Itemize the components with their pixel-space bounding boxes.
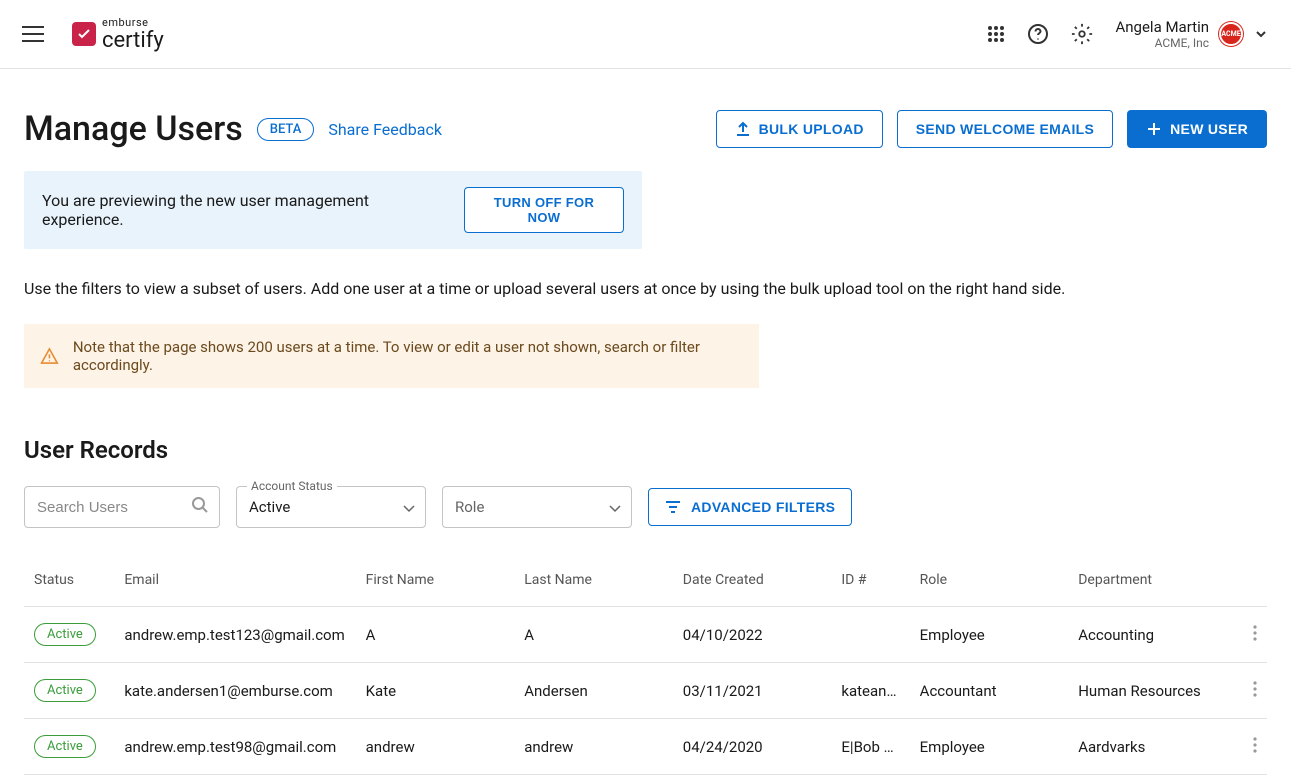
help-button[interactable] xyxy=(1027,23,1049,45)
cell-date: 04/24/2020 xyxy=(673,719,832,775)
col-header-email[interactable]: Email xyxy=(114,562,355,607)
app-header: emburse certify Angela Martin ACME, Inc … xyxy=(0,0,1291,69)
cell-first-name: andrew xyxy=(356,719,515,775)
preview-banner-text: You are previewing the new user manageme… xyxy=(42,191,446,229)
turn-off-preview-button[interactable]: TURN OFF FOR NOW xyxy=(464,187,624,233)
cell-last-name: A xyxy=(514,607,673,663)
cell-date: 04/10/2022 xyxy=(673,607,832,663)
warning-text: Note that the page shows 200 users at a … xyxy=(73,338,743,374)
cell-id xyxy=(831,607,909,663)
col-header-status[interactable]: Status xyxy=(24,562,114,607)
upload-icon xyxy=(735,121,751,137)
logo-brand-top: emburse xyxy=(102,17,164,28)
advanced-filters-button[interactable]: ADVANCED FILTERS xyxy=(648,488,852,526)
col-header-date-created[interactable]: Date Created xyxy=(673,562,832,607)
caret-down-icon xyxy=(403,498,415,517)
col-header-last-name[interactable]: Last Name xyxy=(514,562,673,607)
user-menu[interactable]: Angela Martin ACME, Inc ACME xyxy=(1115,18,1269,50)
avatar-text: ACME xyxy=(1221,30,1240,38)
cell-email: kate.andersen1@emburse.com xyxy=(114,663,355,719)
cell-dept: Accounting xyxy=(1068,607,1227,663)
search-users[interactable] xyxy=(24,486,220,528)
apps-button[interactable] xyxy=(987,25,1005,43)
warning-banner: Note that the page shows 200 users at a … xyxy=(24,324,759,388)
role-placeholder: Role xyxy=(455,498,484,516)
more-vertical-icon xyxy=(1253,737,1257,753)
account-status-label: Account Status xyxy=(247,479,337,493)
cell-dept: Human Resources xyxy=(1068,663,1227,719)
table-header-row: Status Email First Name Last Name Date C… xyxy=(24,562,1267,607)
bulk-upload-button[interactable]: BULK UPLOAD xyxy=(716,110,883,148)
settings-button[interactable] xyxy=(1071,23,1093,45)
cell-id: katean… xyxy=(831,663,909,719)
cell-role: Accountant xyxy=(910,663,1069,719)
row-actions-button[interactable] xyxy=(1253,737,1257,753)
table-row[interactable]: Active kate.andersen1@emburse.comKateAnde… xyxy=(24,663,1267,719)
col-header-id[interactable]: ID # xyxy=(831,562,909,607)
section-title: User Records xyxy=(24,436,1267,464)
hamburger-icon xyxy=(22,26,44,42)
chevron-down-icon xyxy=(1253,26,1269,42)
cell-role: Employee xyxy=(910,607,1069,663)
cell-first-name: A xyxy=(356,607,515,663)
cell-role: Employee xyxy=(910,719,1069,775)
cell-id: E|Bob … xyxy=(831,719,909,775)
table-row[interactable]: Activeandrew.emp.test98@gmail.comandrewa… xyxy=(24,719,1267,775)
table-row[interactable]: Activeandrew.emp.test123@gmail.comAA04/1… xyxy=(24,607,1267,663)
account-status-value: Active xyxy=(249,498,290,516)
new-user-label: NEW USER xyxy=(1170,121,1248,137)
preview-banner: You are previewing the new user manageme… xyxy=(24,171,642,249)
page-title: Manage Users xyxy=(24,109,243,149)
cell-last-name: Andersen xyxy=(514,663,673,719)
logo-text: emburse certify xyxy=(102,17,164,52)
col-header-first-name[interactable]: First Name xyxy=(356,562,515,607)
logo-badge xyxy=(72,22,96,46)
send-welcome-label: SEND WELCOME EMAILS xyxy=(916,121,1094,137)
avatar: ACME xyxy=(1219,22,1243,46)
status-badge: Active xyxy=(34,679,96,702)
user-records-table: Status Email First Name Last Name Date C… xyxy=(24,562,1267,775)
status-badge: Active xyxy=(34,623,96,646)
col-header-department[interactable]: Department xyxy=(1068,562,1227,607)
more-vertical-icon xyxy=(1253,681,1257,697)
help-icon xyxy=(1027,23,1049,45)
apps-grid-icon xyxy=(987,25,1005,43)
row-actions-button[interactable] xyxy=(1253,681,1257,697)
cell-last-name: andrew xyxy=(514,719,673,775)
app-logo[interactable]: emburse certify xyxy=(72,17,164,52)
beta-chip: BETA xyxy=(257,118,315,141)
filter-icon xyxy=(665,501,681,513)
cell-dept: Aardvarks xyxy=(1068,719,1227,775)
advanced-filters-label: ADVANCED FILTERS xyxy=(691,499,835,515)
user-name: Angela Martin xyxy=(1115,18,1209,36)
send-welcome-emails-button[interactable]: SEND WELCOME EMAILS xyxy=(897,110,1113,148)
cell-first-name: Kate xyxy=(356,663,515,719)
menu-toggle[interactable] xyxy=(22,26,46,42)
cell-email: andrew.emp.test123@gmail.com xyxy=(114,607,355,663)
account-status-select[interactable]: Account Status Active xyxy=(236,486,426,528)
search-input[interactable] xyxy=(25,499,219,516)
col-header-role[interactable]: Role xyxy=(910,562,1069,607)
cell-email: andrew.emp.test98@gmail.com xyxy=(114,719,355,775)
more-vertical-icon xyxy=(1253,625,1257,641)
cell-date: 03/11/2021 xyxy=(673,663,832,719)
caret-down-icon xyxy=(609,498,621,517)
search-icon xyxy=(191,496,209,518)
logo-brand-bottom: certify xyxy=(102,30,164,52)
check-icon xyxy=(77,27,91,41)
share-feedback-link[interactable]: Share Feedback xyxy=(328,120,442,139)
bulk-upload-label: BULK UPLOAD xyxy=(759,121,864,137)
user-company: ACME, Inc xyxy=(1115,36,1209,50)
gear-icon xyxy=(1071,23,1093,45)
plus-icon xyxy=(1146,121,1162,137)
new-user-button[interactable]: NEW USER xyxy=(1127,110,1267,148)
warning-icon xyxy=(40,346,59,366)
status-badge: Active xyxy=(34,735,96,758)
role-select[interactable]: Role xyxy=(442,486,632,528)
row-actions-button[interactable] xyxy=(1253,625,1257,641)
helper-text: Use the filters to view a subset of user… xyxy=(24,279,1267,298)
